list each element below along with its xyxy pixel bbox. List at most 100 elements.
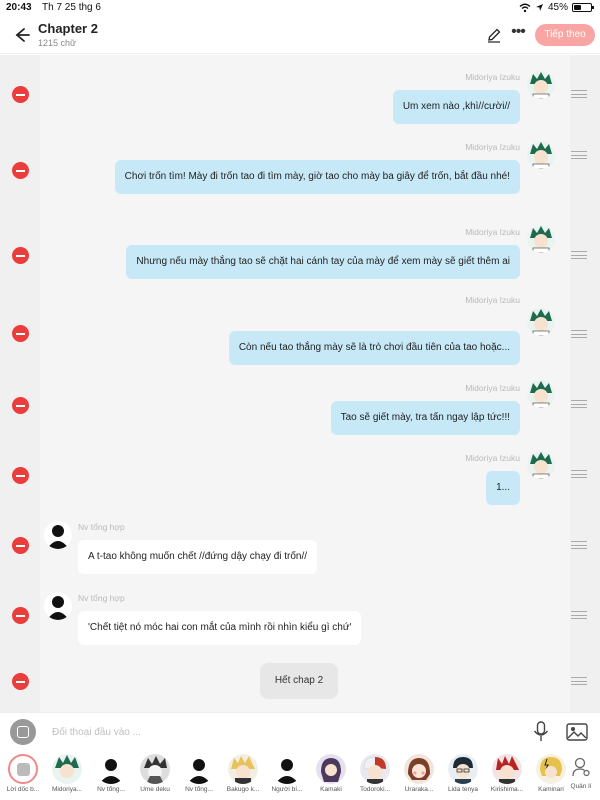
character-bakugo[interactable]: Bakugo k... (222, 754, 264, 798)
chat-area[interactable]: Midoriya Izuku Um xem nào ,khì//cười// M… (0, 55, 600, 712)
character-label: Bakugo k... (226, 786, 260, 793)
message-bubble[interactable]: 'Chết tiệt nó móc hai con mắt của mình r… (78, 611, 362, 645)
delete-message-button[interactable] (12, 247, 29, 264)
character-label: Lời dốc b... (6, 786, 40, 793)
character-label: Nv tổng... (97, 786, 125, 793)
message-bubble[interactable]: Nhưng nếu mày thắng tao sẽ chặt hai cánh… (126, 245, 520, 279)
avatar-deku (527, 451, 555, 479)
character-label: Midoriya... (52, 786, 82, 793)
message-bubble[interactable]: Chơi trốn tìm! Mày đi trốn tao đi tìm mà… (114, 160, 520, 194)
message-sender: Midoriya Izuku (465, 227, 520, 237)
message-bubble[interactable]: A t-tao không muốn chết //đứng dậy chạy … (78, 540, 318, 574)
location-icon (535, 4, 543, 11)
message-sender: Nv tổng hợp (78, 522, 125, 532)
message-bubble[interactable]: Tao sẽ giết mày, tra tấn ngay lập tức!!! (330, 401, 520, 435)
end-chapter-bubble[interactable]: Hết chap 2 (260, 663, 338, 699)
character-avatar (140, 754, 170, 784)
edit-pencil-icon[interactable] (486, 27, 502, 43)
input-bar (0, 712, 600, 750)
delete-message-button[interactable] (12, 607, 29, 624)
drag-handle[interactable] (571, 611, 587, 619)
character-avatar (536, 754, 566, 784)
narration-icon (8, 754, 38, 784)
message-sender: Midoriya Izuku (465, 295, 520, 305)
more-options-icon[interactable]: ••• (508, 24, 528, 45)
avatar-deku (527, 71, 555, 99)
character-bar: Lời dốc b... Midoriya... Nv tổng... Ume … (0, 750, 600, 800)
delete-message-button[interactable] (12, 467, 29, 484)
drag-handle[interactable] (571, 400, 587, 408)
avatar-silhouette (44, 521, 72, 549)
delete-message-button[interactable] (12, 162, 29, 179)
message-bubble[interactable]: Còn nếu tao thắng mày sẽ là trò chơi đầu… (228, 331, 520, 365)
back-arrow-icon[interactable] (10, 24, 32, 46)
dialogue-input[interactable] (52, 722, 512, 742)
drag-handle[interactable] (571, 90, 587, 98)
drag-handle[interactable] (571, 251, 587, 259)
character-avatar (316, 754, 346, 784)
microphone-icon[interactable] (532, 721, 550, 743)
wifi-icon (519, 3, 531, 12)
avatar-deku (527, 308, 555, 336)
header: Chapter 2 1215 chữ ••• Tiếp theo (0, 16, 600, 54)
drag-handle[interactable] (571, 470, 587, 478)
character-label: Người bí... (271, 786, 303, 793)
message-sender: Nv tổng hợp (78, 593, 125, 603)
character-avatar (272, 754, 302, 784)
character-label: Ume deku (140, 786, 170, 793)
delete-message-button[interactable] (12, 86, 29, 103)
drag-handle[interactable] (571, 330, 587, 338)
status-bar: 20:43 Th 7 25 thg 6 45% (0, 0, 600, 16)
battery-percent: 45% (547, 2, 568, 13)
character-ume-deku[interactable]: Ume deku (134, 754, 176, 798)
status-time: 20:43 (6, 2, 32, 13)
character-todoroki[interactable]: Todoroki... (354, 754, 396, 798)
message-sender: Midoriya Izuku (465, 72, 520, 82)
character-avatar (404, 754, 434, 784)
manage-label: Quản lí (570, 783, 592, 790)
character-avatar (96, 754, 126, 784)
character-uraraka[interactable]: Uraraka... (398, 754, 440, 798)
avatar-deku (527, 225, 555, 253)
drag-handle[interactable] (571, 541, 587, 549)
image-icon[interactable] (566, 723, 588, 741)
character-label: Kirishima... (490, 786, 524, 793)
character-avatar (228, 754, 258, 784)
message-sender: Midoriya Izuku (465, 383, 520, 393)
follow-button[interactable]: Tiếp theo (535, 24, 595, 46)
character-nv-tong-hop-2[interactable]: Nv tổng... (178, 754, 220, 798)
character-avatar (360, 754, 390, 784)
status-right: 45% (519, 2, 594, 13)
delete-message-button[interactable] (12, 325, 29, 342)
message-sender: Midoriya Izuku (465, 453, 520, 463)
delete-message-button[interactable] (12, 537, 29, 554)
character-midoriya[interactable]: Midoriya... (46, 754, 88, 798)
word-count: 1215 chữ (38, 38, 77, 48)
delete-message-button[interactable] (12, 397, 29, 414)
character-label: Nv tổng... (185, 786, 213, 793)
character-iida[interactable]: Lida tenya (442, 754, 484, 798)
avatar-deku (527, 141, 555, 169)
character-label: Kamaki (320, 786, 342, 793)
character-avatar (52, 754, 82, 784)
delete-message-button[interactable] (12, 673, 29, 690)
character-kirishima[interactable]: Kirishima... (486, 754, 528, 798)
manage-characters-button[interactable]: Quản lí (566, 756, 596, 798)
message-bubble[interactable]: Um xem nào ,khì//cười// (392, 90, 520, 124)
status-date: Th 7 25 thg 6 (42, 2, 101, 13)
character-narration[interactable]: Lời dốc b... (2, 754, 44, 798)
message-sender: Midoriya Izuku (465, 142, 520, 152)
battery-icon (572, 3, 594, 12)
narration-toggle-button[interactable] (10, 719, 36, 745)
avatar-silhouette (44, 592, 72, 620)
character-label: Todoroki... (360, 786, 390, 793)
character-kamaki[interactable]: Kamaki (310, 754, 352, 798)
character-avatar (492, 754, 522, 784)
page-title: Chapter 2 (38, 21, 98, 36)
message-bubble[interactable]: 1... (486, 471, 520, 505)
character-label: Lida tenya (448, 786, 478, 793)
character-nguoi-bi-an[interactable]: Người bí... (266, 754, 308, 798)
drag-handle[interactable] (571, 151, 587, 159)
character-nv-tong-hop-1[interactable]: Nv tổng... (90, 754, 132, 798)
drag-handle[interactable] (571, 677, 587, 685)
